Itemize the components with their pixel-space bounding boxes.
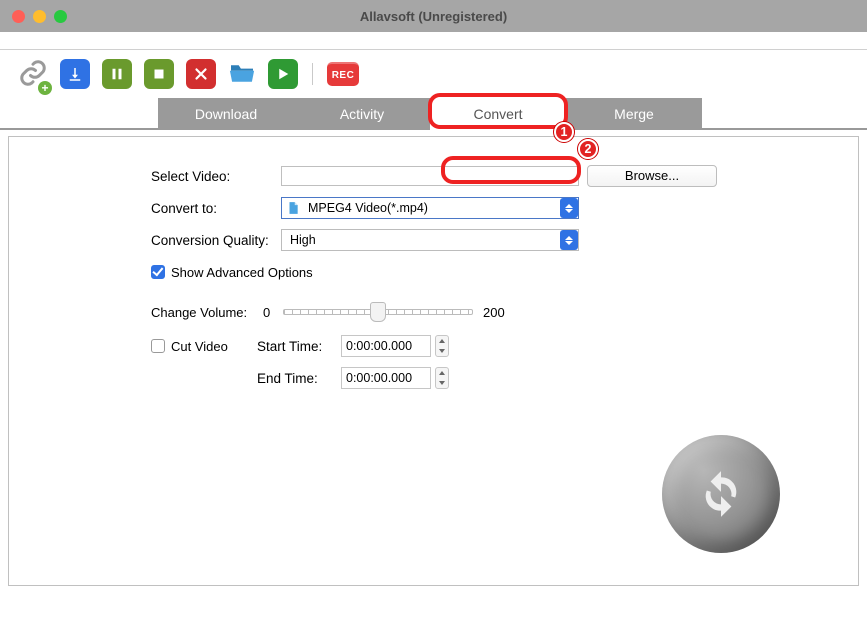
row-cut-start: Cut Video Start Time:: [151, 333, 840, 359]
tab-merge[interactable]: Merge: [566, 98, 702, 130]
titlebar: Allavsoft (Unregistered): [0, 0, 867, 32]
play-button[interactable]: [268, 59, 298, 89]
record-label: REC: [332, 70, 355, 81]
tab-merge-label: Merge: [614, 106, 654, 122]
tab-strip: Download Activity Convert Merge 1: [0, 96, 867, 130]
end-time-stepper[interactable]: [435, 367, 449, 389]
start-conversion-button[interactable]: [662, 435, 780, 553]
window-title: Allavsoft (Unregistered): [0, 9, 867, 24]
row-show-advanced: Show Advanced Options: [151, 259, 840, 285]
open-folder-button[interactable]: [228, 62, 256, 87]
show-advanced-checkbox[interactable]: [151, 265, 165, 279]
sub-titlebar: [0, 32, 867, 50]
convert-to-value: MPEG4 Video(*.mp4): [304, 201, 560, 215]
cut-video-checkbox[interactable]: [151, 339, 165, 353]
row-convert-to: Convert to: MPEG4 Video(*.mp4): [151, 195, 840, 221]
tab-convert-label: Convert: [473, 106, 522, 122]
select-video-input[interactable]: [281, 166, 579, 186]
maximize-window-button[interactable]: [54, 10, 67, 23]
cut-video-label: Cut Video: [171, 339, 257, 354]
volume-min: 0: [263, 305, 277, 320]
toolbar-separator: [312, 63, 313, 85]
delete-button[interactable]: [186, 59, 216, 89]
volume-max: 200: [483, 305, 505, 320]
download-button[interactable]: [60, 59, 90, 89]
tab-download-label: Download: [195, 106, 257, 122]
window-controls: [12, 10, 67, 23]
start-time-stepper[interactable]: [435, 335, 449, 357]
row-quality: Conversion Quality: High: [151, 227, 840, 253]
tab-download[interactable]: Download: [158, 98, 294, 130]
quality-label: Conversion Quality:: [151, 233, 281, 248]
paste-url-icon[interactable]: [18, 58, 48, 91]
volume-label: Change Volume:: [151, 305, 263, 320]
toolbar: REC: [0, 50, 867, 96]
chevron-updown-icon: [560, 230, 578, 250]
volume-slider[interactable]: [283, 309, 473, 315]
stop-button[interactable]: [144, 59, 174, 89]
format-file-icon: [282, 201, 304, 215]
annotation-1: 1: [554, 122, 574, 142]
tab-activity[interactable]: Activity: [294, 98, 430, 130]
show-advanced-label: Show Advanced Options: [171, 265, 313, 280]
convert-panel: Select Video: Browse... Convert to: MPEG…: [8, 136, 859, 586]
row-volume: Change Volume: 0 200: [151, 299, 840, 325]
quality-value: High: [282, 233, 560, 247]
volume-slider-thumb[interactable]: [370, 302, 386, 322]
end-time-label: End Time:: [257, 371, 341, 386]
start-time-input[interactable]: [341, 335, 431, 357]
quality-select[interactable]: High: [281, 229, 579, 251]
browse-button[interactable]: Browse...: [587, 165, 717, 187]
record-button[interactable]: REC: [327, 62, 359, 86]
pause-button[interactable]: [102, 59, 132, 89]
tab-convert[interactable]: Convert: [430, 98, 566, 130]
row-end-time: End Time:: [151, 365, 840, 391]
annotation-2: 2: [578, 139, 598, 159]
start-time-label: Start Time:: [257, 339, 341, 354]
refresh-icon: [696, 469, 746, 519]
convert-to-select[interactable]: MPEG4 Video(*.mp4): [281, 197, 579, 219]
select-video-label: Select Video:: [151, 169, 281, 184]
browse-button-label: Browse...: [625, 168, 679, 183]
convert-to-label: Convert to:: [151, 201, 281, 216]
row-select-video: Select Video: Browse...: [151, 163, 840, 189]
chevron-updown-icon: [560, 198, 578, 218]
close-window-button[interactable]: [12, 10, 25, 23]
minimize-window-button[interactable]: [33, 10, 46, 23]
end-time-input[interactable]: [341, 367, 431, 389]
tab-activity-label: Activity: [340, 106, 384, 122]
